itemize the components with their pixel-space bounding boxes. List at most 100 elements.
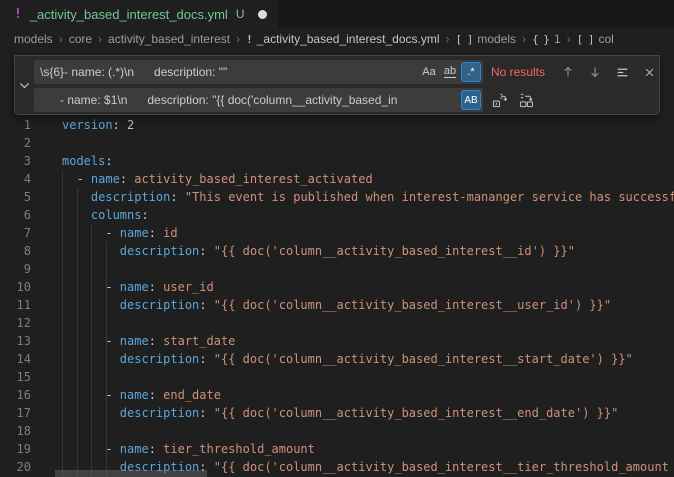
breadcrumb-separator-icon: › (522, 32, 526, 46)
code-line[interactable]: 13 - name: start_date (0, 332, 674, 350)
breadcrumb-label: activity_based_interest (108, 32, 230, 46)
code-line[interactable]: 2 (0, 134, 674, 152)
tab-title: _activity_based_interest_docs.yml (30, 7, 228, 22)
use-regex-toggle[interactable]: .* (461, 62, 481, 82)
breadcrumb-separator-icon: › (98, 32, 102, 46)
code-line[interactable]: 8 description: "{{ doc('column__activity… (0, 242, 674, 260)
code-line[interactable]: 9 (0, 260, 674, 278)
code-editor[interactable]: 1version: 223models:4 - name: activity_b… (0, 50, 674, 477)
code-line[interactable]: 14 description: "{{ doc('column__activit… (0, 350, 674, 368)
line-number: 17 (0, 404, 31, 422)
code-line[interactable]: 19 - name: tier_threshold_amount (0, 440, 674, 458)
code-line-text: columns: (62, 206, 674, 224)
code-line[interactable]: 3 models: (0, 152, 674, 170)
yaml-file-icon: ! (14, 7, 22, 22)
line-number: 12 (0, 314, 31, 332)
find-query-text: \s{6}- name: (.*)\n description: "" (40, 65, 418, 79)
line-number: 18 (0, 422, 31, 440)
yaml-file-icon: ! (246, 33, 252, 46)
replace-input[interactable]: - name: $1\n description: "{{ doc('colum… (34, 88, 483, 112)
code-line[interactable]: 7 - name: id (0, 224, 674, 242)
line-number: 4 (0, 170, 31, 188)
replace-all-button[interactable] (516, 90, 536, 110)
previous-match-button[interactable] (558, 62, 578, 82)
line-number: 1 (0, 116, 31, 134)
code-line[interactable]: 17 description: "{{ doc('column__activit… (0, 404, 674, 422)
breadcrumb-item-1[interactable]: { } 1 (532, 32, 561, 46)
git-untracked-badge: U (236, 7, 245, 21)
line-number: 20 (0, 458, 31, 476)
line-number: 16 (0, 386, 31, 404)
line-number: 19 (0, 440, 31, 458)
toggle-replace-chevron-icon[interactable] (15, 56, 33, 114)
symbol-array-icon: [ ] (456, 33, 473, 46)
code-line[interactable]: 4 - name: activity_based_interest_activa… (0, 170, 674, 188)
breadcrumb-label: models (14, 32, 53, 46)
find-in-selection-icon[interactable] (612, 62, 632, 82)
breadcrumb-item--activity-based-interest-docs-yml[interactable]: ! _activity_based_interest_docs.yml (246, 32, 439, 46)
breadcrumb-label: models (477, 32, 516, 46)
code-line[interactable]: 16 - name: end_date (0, 386, 674, 404)
code-line[interactable]: 18 (0, 422, 674, 440)
tab-activity-based-interest-docs[interactable]: ! _activity_based_interest_docs.yml U (0, 0, 278, 28)
code-line[interactable]: 1 version: 2 (0, 116, 674, 134)
code-line-text: - name: id (62, 224, 674, 242)
line-number: 13 (0, 332, 31, 350)
breadcrumb-item-models[interactable]: models (14, 32, 53, 46)
find-input[interactable]: \s{6}- name: (.*)\n description: "" Aaab… (34, 60, 483, 84)
breadcrumb-item-col[interactable]: [ ]col (577, 32, 614, 46)
breadcrumb-separator-icon: › (59, 32, 63, 46)
symbol-object-icon: { } (532, 33, 549, 46)
code-line-text: description: "{{ doc('column__activity_b… (62, 296, 674, 314)
code-line-text: - name: start_date (62, 332, 674, 350)
find-replace-widget: \s{6}- name: (.*)\n description: "" Aaab… (14, 55, 660, 115)
code-line-text: - name: user_id (62, 278, 674, 296)
find-result-status: No results (491, 60, 545, 84)
replace-value-text: - name: $1\n description: "{{ doc('colum… (40, 93, 460, 107)
code-line-text: - name: end_date (62, 386, 674, 404)
breadcrumb-item-core[interactable]: core (69, 32, 92, 46)
modified-indicator-dot[interactable] (258, 10, 267, 19)
line-number: 3 (0, 152, 31, 170)
close-icon[interactable] (639, 62, 659, 82)
breadcrumb: models › core › activity_based_interest ›! _ac… (0, 28, 674, 50)
horizontal-scrollbar[interactable] (55, 470, 207, 477)
next-match-button[interactable] (585, 62, 605, 82)
line-number: 11 (0, 296, 31, 314)
breadcrumb-separator-icon: › (236, 32, 240, 46)
code-line[interactable]: 11 description: "{{ doc('column__activit… (0, 296, 674, 314)
line-number: 7 (0, 224, 31, 242)
breadcrumb-label: core (69, 32, 92, 46)
code-line-text: description: "This event is published wh… (62, 188, 674, 206)
line-number: 10 (0, 278, 31, 296)
code-line[interactable]: 10 - name: user_id (0, 278, 674, 296)
line-number: 9 (0, 260, 31, 278)
breadcrumb-item-models[interactable]: [ ] models (456, 32, 517, 46)
preserve-case-toggle[interactable]: AB (461, 90, 481, 110)
code-line-text: description: "{{ doc('column__activity_b… (62, 404, 674, 422)
line-number: 6 (0, 206, 31, 224)
code-line-text: version: 2 (62, 116, 674, 134)
breadcrumb-separator-icon: › (446, 32, 450, 46)
breadcrumb-separator-icon: › (567, 32, 571, 46)
line-number: 5 (0, 188, 31, 206)
code-line[interactable]: 15 (0, 368, 674, 386)
line-number: 14 (0, 350, 31, 368)
code-line-text: description: "{{ doc('column__activity_b… (62, 350, 674, 368)
whole-word-toggle[interactable]: ab (440, 62, 460, 82)
code-line[interactable]: 12 (0, 314, 674, 332)
code-line-text: models: (62, 152, 674, 170)
replace-button[interactable] (489, 90, 509, 110)
code-area: 1version: 223models:4 - name: activity_b… (0, 116, 674, 476)
match-case-toggle[interactable]: Aa (419, 62, 439, 82)
line-number: 8 (0, 242, 31, 260)
breadcrumb-label: _activity_based_interest_docs.yml (257, 32, 440, 46)
code-line[interactable]: 5 description: "This event is published … (0, 188, 674, 206)
line-number: 15 (0, 368, 31, 386)
code-line[interactable]: 6 columns: (0, 206, 674, 224)
breadcrumb-label: 1 (554, 32, 561, 46)
tab-bar: ! _activity_based_interest_docs.yml U (0, 0, 674, 28)
breadcrumb-item-activity-based-interest[interactable]: activity_based_interest (108, 32, 230, 46)
code-line-text: - name: activity_based_interest_activate… (62, 170, 674, 188)
code-line-text: - name: tier_threshold_amount (62, 440, 674, 458)
